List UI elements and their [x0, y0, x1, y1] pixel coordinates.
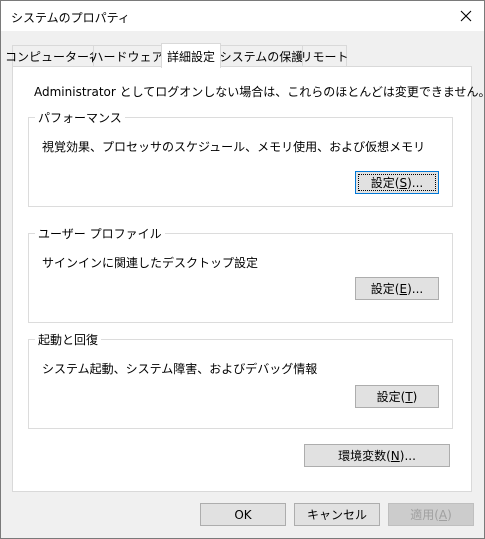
- user-profile-settings-button[interactable]: 設定(E)...: [355, 277, 439, 300]
- advanced-tab-panel: Administrator としてログオンしない場合は、これらのほとんどは変更で…: [12, 66, 485, 492]
- button-suffix: )...: [407, 281, 424, 296]
- group-description: サインインに関連したデスクトップ設定: [42, 256, 259, 270]
- tab-advanced[interactable]: 詳細設定: [161, 43, 221, 68]
- mnemonic-key: T: [405, 389, 413, 404]
- tab-computer-name[interactable]: コンピューター名: [5, 45, 101, 66]
- window-title: システムのプロパティ: [11, 11, 130, 25]
- group-title: ユーザー プロファイル: [35, 225, 165, 242]
- button-label: 適用(: [410, 508, 439, 522]
- tab-label: 詳細設定: [166, 49, 215, 64]
- mnemonic-key: E: [399, 281, 408, 296]
- tab-label: システムの保護: [219, 49, 304, 64]
- tab-system-protection[interactable]: システムの保護: [220, 45, 303, 66]
- close-icon: [460, 10, 472, 22]
- tab-label: リモート: [300, 49, 349, 64]
- mnemonic-key: S: [399, 175, 408, 190]
- ok-button[interactable]: OK: [200, 503, 286, 526]
- startup-recovery-group: 起動と回復 システム起動、システム障害、およびデバッグ情報 設定(T): [28, 331, 453, 429]
- button-label: 設定(: [370, 282, 400, 296]
- title-bar: システムのプロパティ: [1, 1, 484, 31]
- tab-hardware[interactable]: ハードウェア: [91, 45, 164, 66]
- intro-text: Administrator としてログオンしない場合は、これらのほとんどは変更で…: [34, 85, 485, 99]
- performance-settings-button[interactable]: 設定(S)...: [355, 171, 439, 194]
- group-description: 視覚効果、プロセッサのスケジュール、メモリ使用、および仮想メモリ: [42, 140, 426, 154]
- button-suffix: )...: [399, 448, 416, 463]
- cancel-button[interactable]: キャンセル: [294, 503, 380, 526]
- mnemonic-key: N: [390, 448, 400, 463]
- group-title: 起動と回復: [35, 331, 102, 348]
- close-button[interactable]: [448, 1, 484, 31]
- apply-button[interactable]: 適用(A): [388, 503, 474, 526]
- startup-recovery-settings-button[interactable]: 設定(T): [355, 385, 439, 408]
- group-description: システム起動、システム障害、およびデバッグ情報: [42, 362, 318, 376]
- button-label: 環境変数(: [338, 449, 391, 463]
- button-label: キャンセル: [306, 508, 367, 522]
- button-label: 設定(: [376, 390, 406, 404]
- group-title: パフォーマンス: [35, 109, 125, 126]
- performance-group: パフォーマンス 視覚効果、プロセッサのスケジュール、メモリ使用、および仮想メモリ…: [28, 109, 453, 207]
- environment-variables-button[interactable]: 環境変数(N)...: [304, 444, 450, 467]
- user-profile-group: ユーザー プロファイル サインインに関連したデスクトップ設定 設定(E)...: [28, 225, 453, 323]
- button-suffix: ): [412, 389, 418, 404]
- tab-remote[interactable]: リモート: [300, 45, 349, 66]
- tab-label: ハードウェア: [91, 49, 164, 64]
- system-properties-window: システムのプロパティ コンピューター名 ハードウェア 詳細設定 システムの保護 …: [0, 0, 485, 539]
- button-label: OK: [234, 507, 252, 522]
- mnemonic-key: A: [438, 507, 448, 522]
- button-suffix: )...: [407, 175, 424, 190]
- button-label: 設定(: [370, 176, 400, 190]
- tab-label: コンピューター名: [5, 49, 102, 64]
- button-suffix: ): [447, 507, 452, 522]
